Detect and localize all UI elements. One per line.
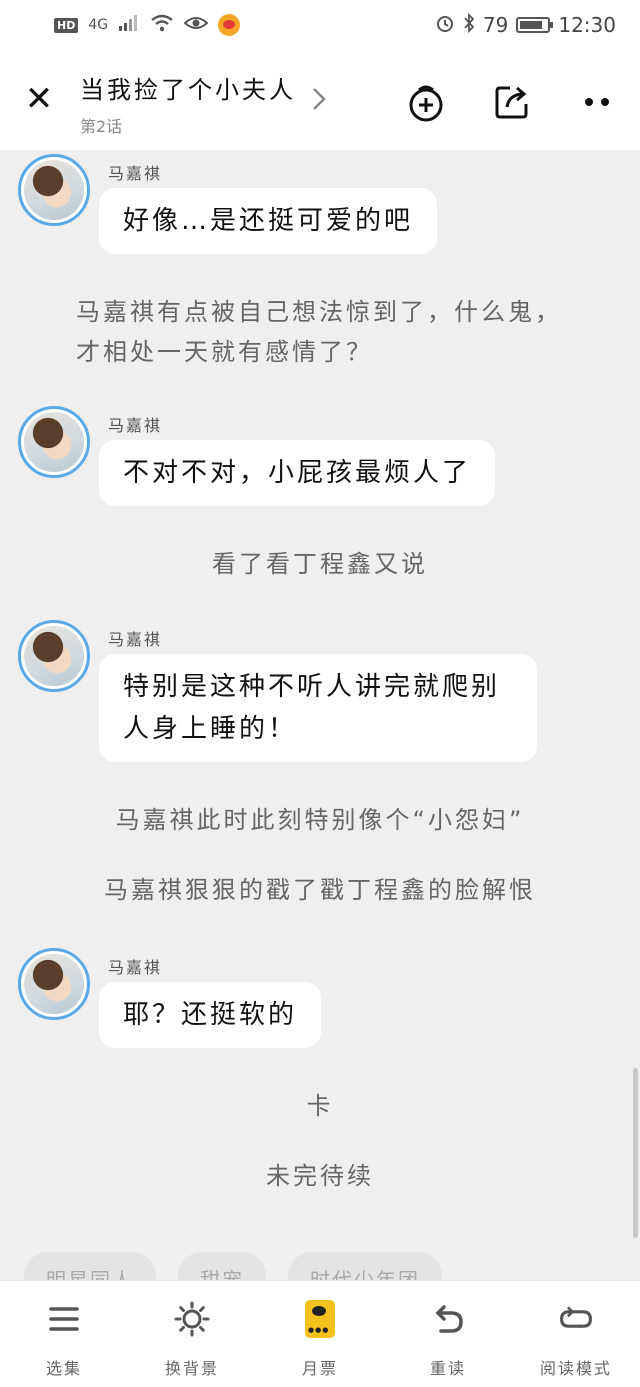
share-icon[interactable] <box>490 80 534 124</box>
undo-icon <box>430 1301 466 1337</box>
battery-icon <box>516 17 554 33</box>
message-bubble: 好像…是还挺可爱的吧 <box>99 188 438 254</box>
reread-button[interactable]: 重读 <box>384 1281 512 1387</box>
message-bubble: 不对不对，小屁孩最烦人了 <box>99 440 496 506</box>
narration-line: 才相处一天就有感情了？ <box>76 338 373 366</box>
message-bubble: 耶？还挺软的 <box>99 982 322 1048</box>
catalog-button[interactable]: 选集 <box>0 1281 128 1387</box>
loop-icon <box>558 1301 594 1337</box>
sender-name: 马嘉祺 <box>108 164 163 183</box>
title-block[interactable]: 当我捡了个小夫人 第2话 <box>80 70 296 137</box>
sender-name: 马嘉祺 <box>108 630 163 649</box>
chevron-right-icon[interactable] <box>312 86 326 119</box>
wifi-icon <box>150 13 174 37</box>
narration-text: 未完待续 <box>266 1162 374 1190</box>
message-line: 特别是这种不听人讲完就爬别 <box>123 672 501 702</box>
monthly-ticket-label: 月票 <box>301 1359 338 1378</box>
narration-text: 看了看丁程鑫又说 <box>212 550 428 578</box>
status-bar: HD 4G 79 12:30 <box>0 0 640 50</box>
message-bubble: 特别是这种不听人讲完就爬别 人身上睡的！ <box>99 654 537 762</box>
scrollbar[interactable] <box>633 1068 638 1238</box>
avatar[interactable] <box>18 948 90 1020</box>
menu-icon <box>46 1301 82 1337</box>
sender-name: 马嘉祺 <box>108 958 163 977</box>
message-line: 人身上睡的！ <box>123 714 298 744</box>
avatar[interactable] <box>18 154 90 226</box>
reread-label: 重读 <box>429 1359 466 1378</box>
ticket-icon <box>302 1300 338 1338</box>
bookmark-add-icon[interactable] <box>404 80 448 124</box>
narration-text: 卡 <box>306 1092 334 1120</box>
monthly-ticket-button[interactable]: 月票 <box>256 1281 384 1387</box>
read-mode-label: 阅读模式 <box>539 1359 612 1378</box>
bottom-toolbar: 选集 换背景 月票 重读 阅读模式 <box>0 1280 640 1387</box>
close-icon[interactable]: ✕ <box>22 82 56 116</box>
hd-badge: HD <box>54 17 79 33</box>
narration-line: 马嘉祺有点被自己想法惊到了，什么鬼， <box>76 298 562 326</box>
avatar[interactable] <box>18 406 90 478</box>
chapter-label: 第2话 <box>80 117 123 136</box>
bluetooth-icon <box>463 12 475 38</box>
weibo-icon <box>218 14 241 36</box>
eye-icon <box>183 13 209 37</box>
narration-text: 马嘉祺有点被自己想法惊到了，什么鬼， 才相处一天就有感情了？ <box>0 292 640 372</box>
catalog-label: 选集 <box>45 1359 82 1378</box>
signal-indicator: 4G <box>88 17 109 33</box>
avatar[interactable] <box>18 620 90 692</box>
story-title: 当我捡了个小夫人 <box>80 76 296 104</box>
status-left: HD 4G <box>54 13 241 37</box>
sun-icon <box>174 1301 210 1337</box>
battery-percent: 79 <box>482 13 509 37</box>
status-time: 12:30 <box>558 13 616 37</box>
narration-text: 马嘉祺此时此刻特别像个“小怨妇” <box>115 806 525 834</box>
status-right: 79 12:30 <box>435 12 616 38</box>
background-label: 换背景 <box>164 1359 219 1378</box>
alarm-icon <box>435 13 455 38</box>
narration-text: 马嘉祺狠狠的戳了戳丁程鑫的脸解恨 <box>104 876 536 904</box>
more-icon[interactable] <box>576 80 620 124</box>
chat-area: 马嘉祺 好像…是还挺可爱的吧 马嘉祺有点被自己想法惊到了，什么鬼， 才相处一天就… <box>0 150 640 1280</box>
app-header: ✕ 当我捡了个小夫人 第2话 <box>0 50 640 150</box>
sender-name: 马嘉祺 <box>108 416 163 435</box>
background-button[interactable]: 换背景 <box>128 1281 256 1387</box>
read-mode-button[interactable]: 阅读模式 <box>512 1281 640 1387</box>
signal-bars-icon <box>118 13 140 37</box>
